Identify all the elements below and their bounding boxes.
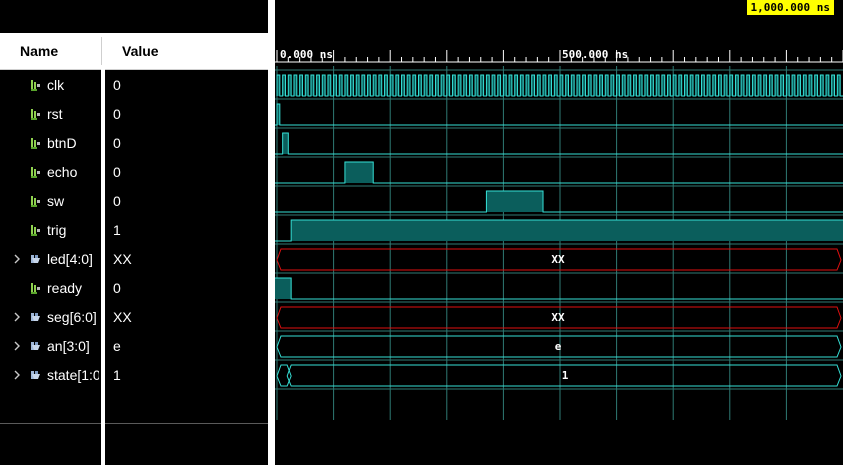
sw-waveform bbox=[275, 190, 843, 213]
clk-waveform bbox=[276, 74, 843, 97]
led-bus-value: XX bbox=[551, 253, 565, 266]
name-value-column-divider[interactable] bbox=[101, 69, 105, 465]
echo-fill bbox=[344, 162, 374, 183]
scalar-signal-icon bbox=[31, 138, 40, 149]
signal-list-pane: Name Value clk 0 rst 0 btnD 0 echo 0 sw 0 trig 1 led… bbox=[0, 0, 268, 465]
bus-signal-icon bbox=[31, 342, 40, 350]
signal-value: 0 bbox=[113, 135, 121, 151]
chevron-right-icon[interactable] bbox=[12, 252, 22, 266]
bus-signal-icon bbox=[31, 371, 40, 379]
signal-list-header: Name Value bbox=[0, 33, 268, 70]
chevron-right-icon[interactable] bbox=[12, 368, 22, 382]
scalar-signal-icon bbox=[31, 283, 40, 294]
waveform-canvas[interactable] bbox=[275, 0, 843, 465]
signal-value: 0 bbox=[113, 164, 121, 180]
time-ruler bbox=[275, 50, 843, 63]
signal-row[interactable]: ready 0 bbox=[0, 274, 268, 303]
scalar-signal-icon bbox=[31, 196, 40, 207]
waveform-pane[interactable]: 1,000.000 ns 0.000 ns 500.000 ns XX XX e… bbox=[275, 0, 843, 465]
signal-name: ready bbox=[47, 280, 83, 296]
bus-signal-icon bbox=[31, 255, 40, 263]
signal-value: e bbox=[113, 338, 121, 354]
signal-name: sw bbox=[47, 193, 65, 209]
signal-name: clk bbox=[47, 77, 65, 93]
an-bus-value: e bbox=[554, 340, 562, 353]
signal-row[interactable]: state[1:0] 1 bbox=[0, 361, 268, 390]
waveform-viewer-window: Name Value clk 0 rst 0 btnD 0 echo 0 sw 0 trig 1 led… bbox=[0, 0, 843, 465]
signal-name: seg[6:0] bbox=[47, 309, 97, 325]
signal-row[interactable]: trig 1 bbox=[0, 216, 268, 245]
scalar-signal-icon bbox=[31, 80, 40, 91]
ready-fill bbox=[275, 278, 292, 299]
ready-waveform bbox=[275, 277, 843, 300]
signal-name: trig bbox=[47, 222, 67, 238]
signal-row[interactable]: echo 0 bbox=[0, 158, 268, 187]
rst-waveform bbox=[275, 103, 843, 126]
chevron-right-icon[interactable] bbox=[12, 339, 22, 353]
bus-signal-icon bbox=[31, 313, 40, 321]
signal-value: 1 bbox=[113, 222, 121, 238]
signal-value: XX bbox=[113, 309, 132, 325]
signal-value: 0 bbox=[113, 193, 121, 209]
scalar-signal-icon bbox=[31, 225, 40, 236]
signal-value: 0 bbox=[113, 77, 121, 93]
signal-value: XX bbox=[113, 251, 132, 267]
signal-name: btnD bbox=[47, 135, 77, 151]
signal-name: led[4:0] bbox=[47, 251, 93, 267]
signal-row[interactable]: clk 0 bbox=[0, 71, 268, 100]
signal-list-bottom-divider bbox=[0, 423, 268, 424]
signal-name: an[3:0] bbox=[47, 338, 90, 354]
signal-row[interactable]: seg[6:0] XX bbox=[0, 303, 268, 332]
header-separator[interactable] bbox=[101, 37, 102, 65]
signal-row[interactable]: an[3:0] e bbox=[0, 332, 268, 361]
trig-fill bbox=[291, 220, 843, 241]
signal-name: rst bbox=[47, 106, 63, 122]
btnD-waveform bbox=[275, 132, 843, 155]
state-bus-value: 1 bbox=[561, 369, 569, 382]
btnD-fill bbox=[282, 133, 289, 154]
signal-name: state[1:0] bbox=[47, 367, 99, 383]
seg-bus-value: XX bbox=[551, 311, 565, 324]
signal-value: 1 bbox=[113, 367, 121, 383]
chevron-right-icon[interactable] bbox=[12, 310, 22, 324]
state-bus-initial-segment bbox=[276, 364, 292, 387]
signal-value: 0 bbox=[113, 280, 121, 296]
name-column-header[interactable]: Name bbox=[20, 33, 58, 69]
signal-row[interactable]: sw 0 bbox=[0, 187, 268, 216]
scalar-signal-icon bbox=[31, 109, 40, 120]
signal-row[interactable]: led[4:0] XX bbox=[0, 245, 268, 274]
waveform-grid bbox=[275, 66, 843, 420]
value-column-header[interactable]: Value bbox=[122, 33, 159, 69]
signal-row[interactable]: rst 0 bbox=[0, 100, 268, 129]
signal-name: echo bbox=[47, 164, 78, 180]
sw-fill bbox=[486, 191, 544, 212]
signal-row[interactable]: btnD 0 bbox=[0, 129, 268, 158]
signal-value: 0 bbox=[113, 106, 121, 122]
pane-splitter[interactable] bbox=[268, 0, 275, 465]
scalar-signal-icon bbox=[31, 167, 40, 178]
